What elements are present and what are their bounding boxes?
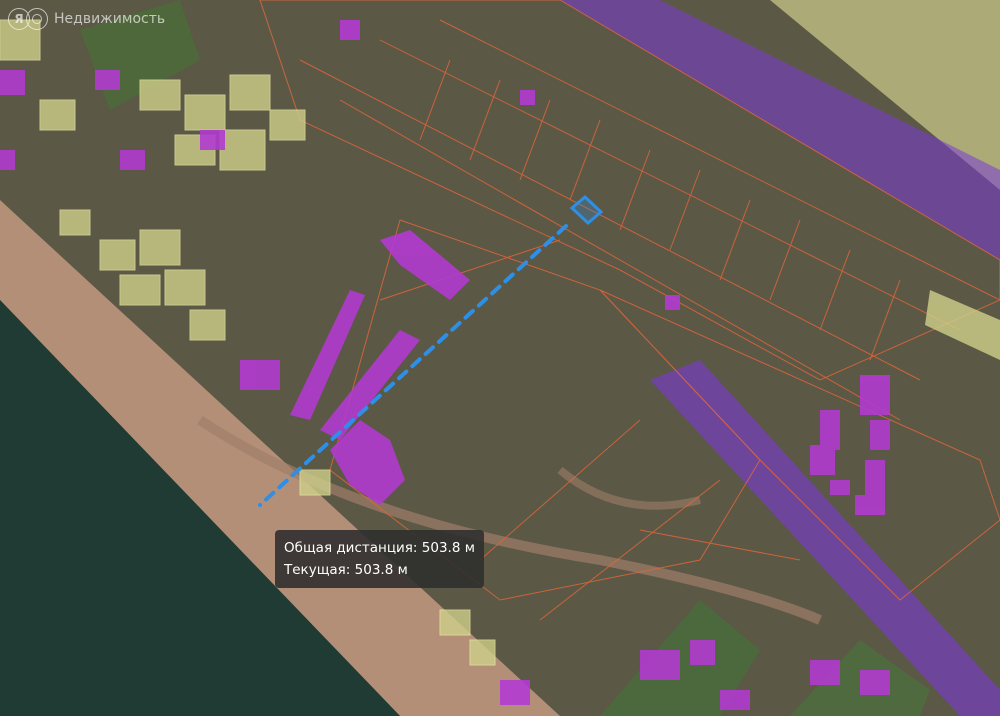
realty-logo-icon [26,8,48,30]
satellite-map[interactable] [0,0,1000,716]
total-distance-label: Общая дистанция: 503.8 м [284,540,475,556]
distance-tooltip: Общая дистанция: 503.8 м Текущая: 503.8 … [275,530,484,588]
brand-name: Недвижимость [54,11,166,27]
brand-watermark: Я Недвижимость [8,8,165,30]
current-distance-label: Текущая: 503.8 м [284,562,408,578]
